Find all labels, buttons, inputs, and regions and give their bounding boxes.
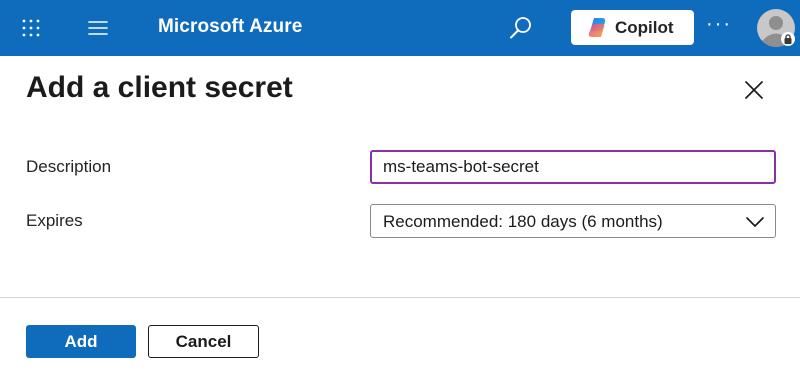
footer-divider — [0, 297, 800, 298]
more-options-icon[interactable]: ··· — [704, 14, 734, 38]
cancel-button[interactable]: Cancel — [148, 325, 259, 358]
hamburger-icon[interactable] — [88, 18, 108, 38]
page-title: Add a client secret — [26, 71, 293, 104]
description-label: Description — [26, 157, 112, 176]
waffle-icon[interactable] — [20, 17, 42, 39]
top-bar: Microsoft Azure Copilot ··· — [0, 0, 800, 56]
search-icon[interactable] — [507, 14, 535, 42]
description-input[interactable] — [370, 150, 776, 184]
copilot-button[interactable]: Copilot — [571, 10, 694, 45]
copilot-label: Copilot — [615, 18, 674, 37]
copilot-icon — [587, 17, 608, 38]
add-button[interactable]: Add — [26, 325, 136, 358]
expires-dropdown[interactable]: Recommended: 180 days (6 months) — [370, 204, 776, 238]
expires-label: Expires — [26, 211, 83, 230]
brand-title[interactable]: Microsoft Azure — [158, 16, 302, 38]
chevron-down-icon — [745, 215, 765, 229]
avatar-icon[interactable] — [756, 8, 796, 48]
close-icon[interactable] — [740, 76, 768, 104]
expires-selected-value: Recommended: 180 days (6 months) — [383, 212, 663, 231]
